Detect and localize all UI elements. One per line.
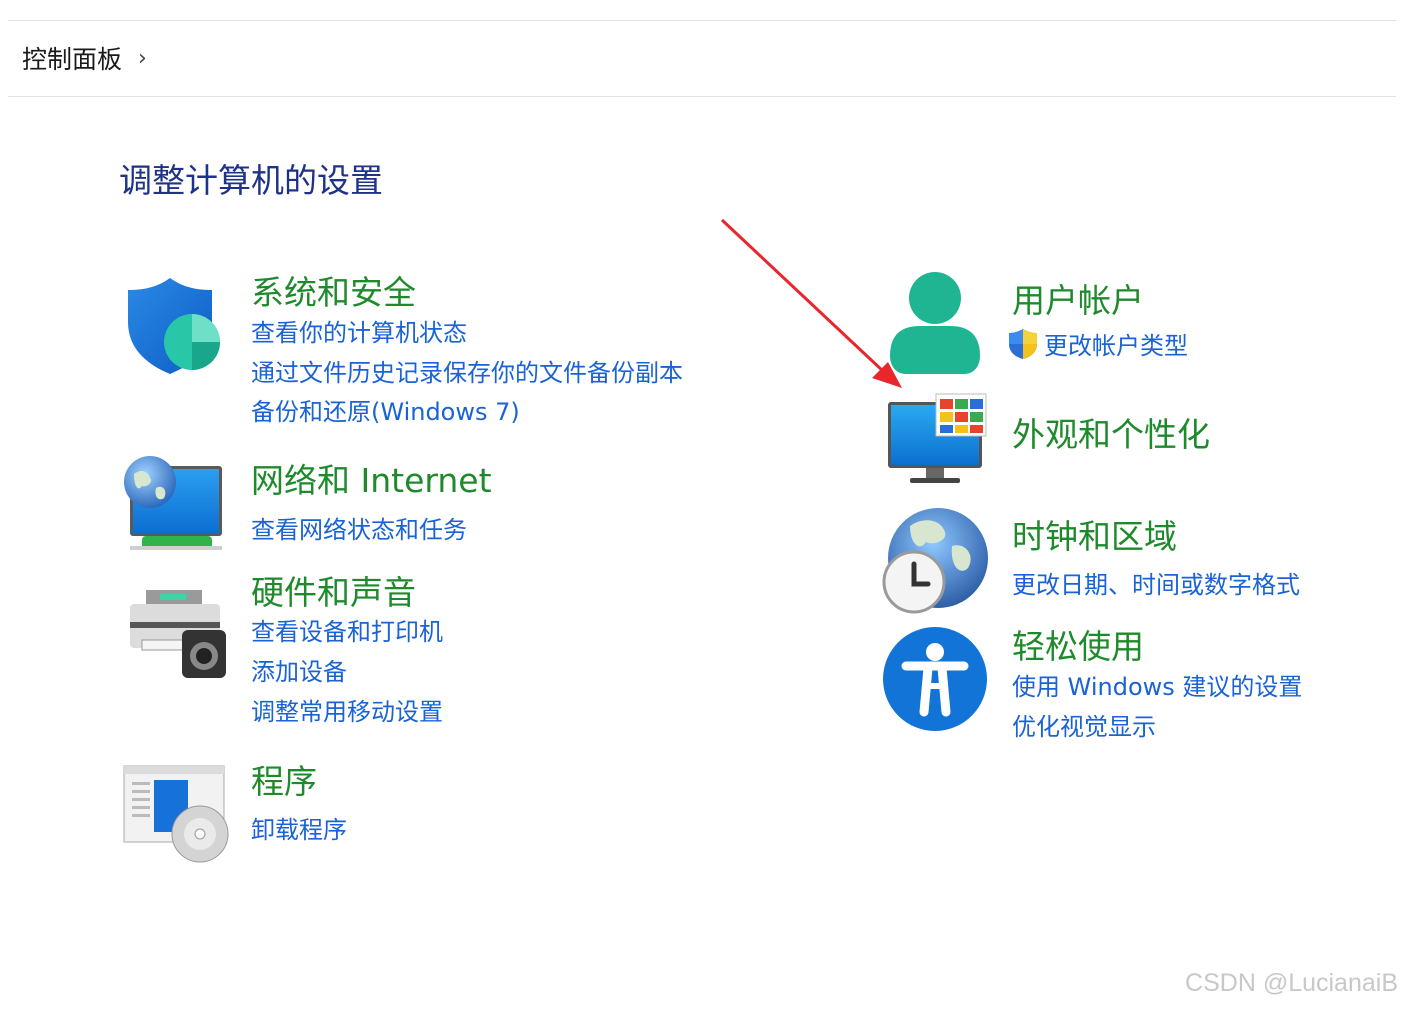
annotation-arrow-icon <box>720 218 902 388</box>
control-panel-window: 控制面板 › 调整计算机的设置 系统和安全 查看你的计算机状态 通过文件历史记录… <box>0 0 1404 1010</box>
watermark: CSDN @LucianaiB <box>1185 969 1398 997</box>
